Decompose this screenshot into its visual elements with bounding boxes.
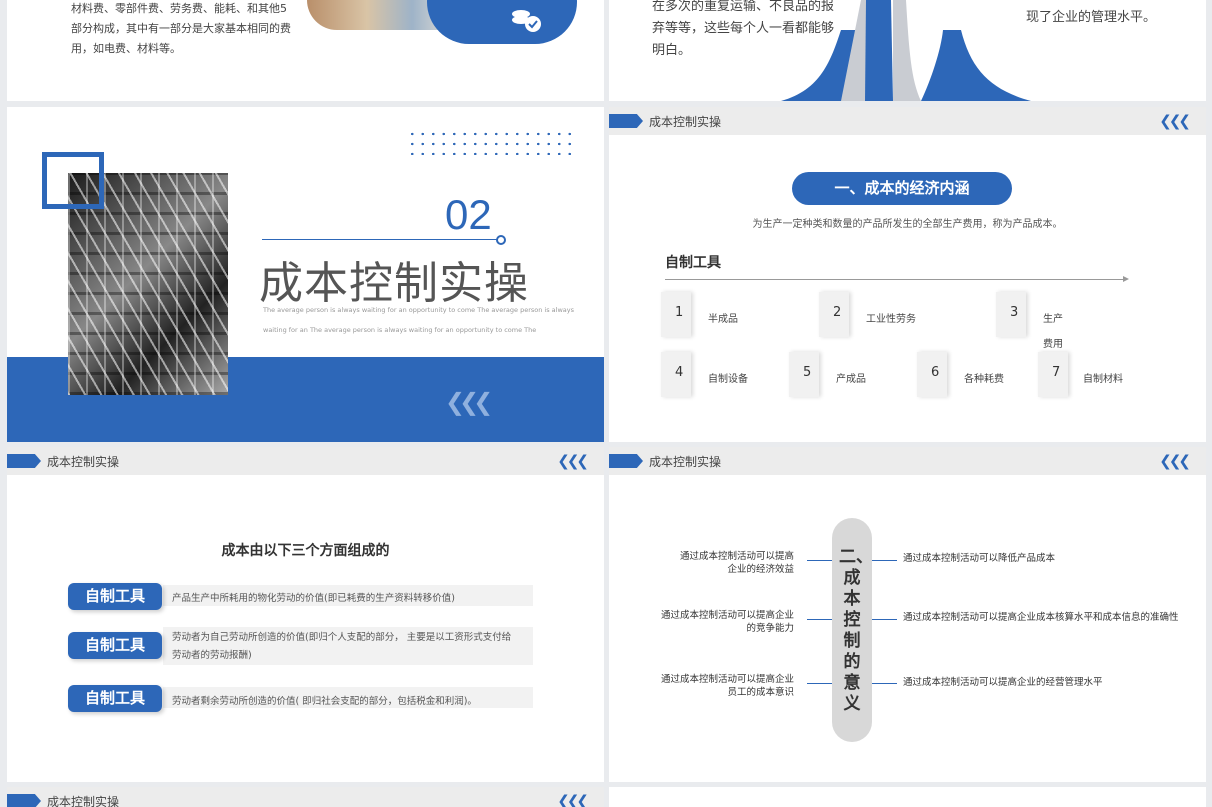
item-label: 自制材料: [1083, 374, 1123, 385]
header-title: 成本控制实操: [47, 455, 120, 469]
subtitle-line: waiting for an The average person is alw…: [263, 326, 537, 334]
row-text: 劳动者为自己劳动所创造的价值(即归个人支配的部分， 主要是以工资形式支付给 劳动…: [172, 629, 511, 665]
section-subtitle: The average person is always waiting for…: [263, 300, 574, 340]
right-point: 通过成本控制活动可以提高企业的经营管理水平: [903, 677, 1103, 688]
text-line: 材料费、零部件费、劳务费、能耗、和其他5: [71, 2, 287, 15]
slide-2: 在多次的重复运输、不良品的报 弃等等，这些每个人一看都能够 明白。 现了企业的管…: [609, 0, 1206, 101]
left-point: 通过成本控制活动可以提高企业 员工的成本意识: [661, 673, 794, 699]
chevron-left-icon: ❮❮❮: [557, 452, 589, 470]
slide-header: 成本控制实操 ❮❮❮: [609, 107, 1206, 135]
point-line: 企业的经济效益: [727, 564, 794, 575]
list-item: 1 半成品: [661, 292, 811, 337]
item-number: 7: [1052, 365, 1061, 380]
header-tag: [7, 454, 41, 468]
left-point: 通过成本控制活动可以提高 企业的经济效益: [680, 550, 794, 576]
item-number: 1: [675, 305, 684, 320]
row-text-line: 劳动者的劳动报酬): [172, 650, 252, 661]
slide-2-right-text: 现了企业的管理水平。: [1026, 10, 1157, 25]
slide-header: 成本控制实操 ❮❮❮: [7, 447, 604, 475]
arrow-head: [1123, 276, 1129, 282]
coins-icon: [512, 10, 541, 32]
item-label: 生产: [1043, 314, 1063, 325]
header-title: 成本控制实操: [649, 115, 722, 129]
item-number: 4: [675, 365, 684, 380]
list-item: 6 各种耗费: [917, 352, 1037, 397]
chevron-left-icon: ❮❮❮: [445, 388, 493, 416]
slide-title: 成本由以下三个方面组成的: [221, 543, 390, 559]
right-point: 通过成本控制活动可以提高企业成本核算水平和成本信息的准确性: [903, 612, 1179, 623]
connector-line: [872, 560, 897, 561]
list-item: 2 工业性劳务: [819, 292, 989, 337]
center-title: 二、成本控制的意义: [839, 547, 873, 714]
point-line: 员工的成本意识: [727, 687, 794, 698]
header-title: 成本控制实操: [649, 455, 722, 469]
point-line: 通过成本控制活动可以提高: [679, 551, 794, 562]
row-text-line: 劳动者为自己劳动所创造的价值(即归个人支配的部分， 主要是以工资形式支付给: [172, 632, 512, 643]
subtitle-line: The average person is always waiting for…: [263, 306, 574, 314]
point-line: 的竞争能力: [746, 623, 794, 634]
dot-grid: [407, 129, 577, 155]
chevron-left-icon: ❮❮❮: [1159, 452, 1191, 470]
item-label: 费用: [1043, 339, 1063, 350]
item-label: 产成品: [836, 374, 866, 385]
row-label-button: 自制工具: [68, 632, 162, 659]
item-number: 5: [803, 365, 812, 380]
title-rule-dot: [496, 235, 506, 245]
slide-header: 成本控制实操 ❮❮❮: [609, 447, 1206, 475]
connector-line: [807, 683, 832, 684]
slide-6: 成本控制实操 ❮❮❮ 二、成本控制的意义 通过成本控制活动可以提高 企业的经济效…: [609, 447, 1206, 782]
list-item: 4 自制设备: [661, 352, 781, 397]
item-number: 3: [1010, 305, 1019, 320]
slide-1: 材料费、零部件费、劳务费、能耗、和其他5 部分构成，其中有一部分是大家基本相同的…: [7, 0, 604, 101]
header-tag: [609, 114, 643, 128]
right-point: 通过成本控制活动可以降低产品成本: [903, 553, 1056, 564]
item-label: 自制设备: [708, 374, 748, 385]
list-item: 3 生产 费用: [996, 292, 1146, 352]
list-item: 5 产成品: [789, 352, 909, 397]
item-number: 6: [931, 365, 940, 380]
connector-line: [807, 619, 832, 620]
arrow-rule: [665, 279, 1127, 280]
item-label: 半成品: [708, 314, 738, 325]
point-line: 通过成本控制活动可以提高企业: [660, 610, 794, 621]
title-rule: [262, 239, 499, 240]
slide-4: 成本控制实操 ❮❮❮ 一、成本的经济内涵 为生产一定种类和数量的产品所发生的全部…: [609, 107, 1206, 442]
item-label: 工业性劳务: [866, 314, 916, 325]
text-line: 部分构成，其中有一部分是大家基本相同的费: [71, 22, 291, 35]
slide-1-text: 材料费、零部件费、劳务费、能耗、和其他5 部分构成，其中有一部分是大家基本相同的…: [71, 0, 291, 59]
header-tag: [7, 794, 41, 807]
section-description: 为生产一定种类和数量的产品所发生的全部生产费用，称为产品成本。: [752, 219, 1063, 230]
coins-badge: [427, 0, 577, 44]
item-label: 各种耗费: [964, 374, 1004, 385]
section-number: 02: [445, 191, 492, 238]
point-line: 通过成本控制活动可以提高企业: [660, 674, 794, 685]
slide-header: 成本控制实操 ❮❮❮: [7, 787, 604, 807]
connector-line: [872, 683, 897, 684]
header-tag: [609, 454, 643, 468]
frame-square: [42, 152, 104, 209]
row-text: 产品生产中所耗用的物化劳动的价值(即已耗费的生产资料转移价值): [172, 593, 455, 604]
split-arrows-graphic: [781, 0, 1031, 101]
row-label-button: 自制工具: [68, 685, 162, 712]
section-pill: 一、成本的经济内涵: [792, 172, 1012, 205]
connector-line: [807, 560, 832, 561]
row-label-button: 自制工具: [68, 583, 162, 610]
connector-line: [872, 619, 897, 620]
slide-8: [609, 787, 1206, 807]
slide-5: 成本控制实操 ❮❮❮ 成本由以下三个方面组成的 自制工具 产品生产中所耗用的物化…: [7, 447, 604, 782]
slide-7: 成本控制实操 ❮❮❮: [7, 787, 604, 807]
header-title: 成本控制实操: [47, 795, 120, 807]
subheading: 自制工具: [665, 255, 721, 271]
row-text: 劳动者剩余劳动所创造的价值( 即归社会支配的部分，包括税金和利润)。: [172, 696, 477, 707]
left-point: 通过成本控制活动可以提高企业 的竞争能力: [661, 609, 794, 635]
list-item: 7 自制材料: [1038, 352, 1158, 397]
slide-3: 02 成本控制实操 The average person is always w…: [7, 107, 604, 442]
chevron-left-icon: ❮❮❮: [1159, 112, 1191, 130]
text-line: 用，如电费、材料等。: [71, 42, 181, 55]
item-number: 2: [833, 305, 842, 320]
